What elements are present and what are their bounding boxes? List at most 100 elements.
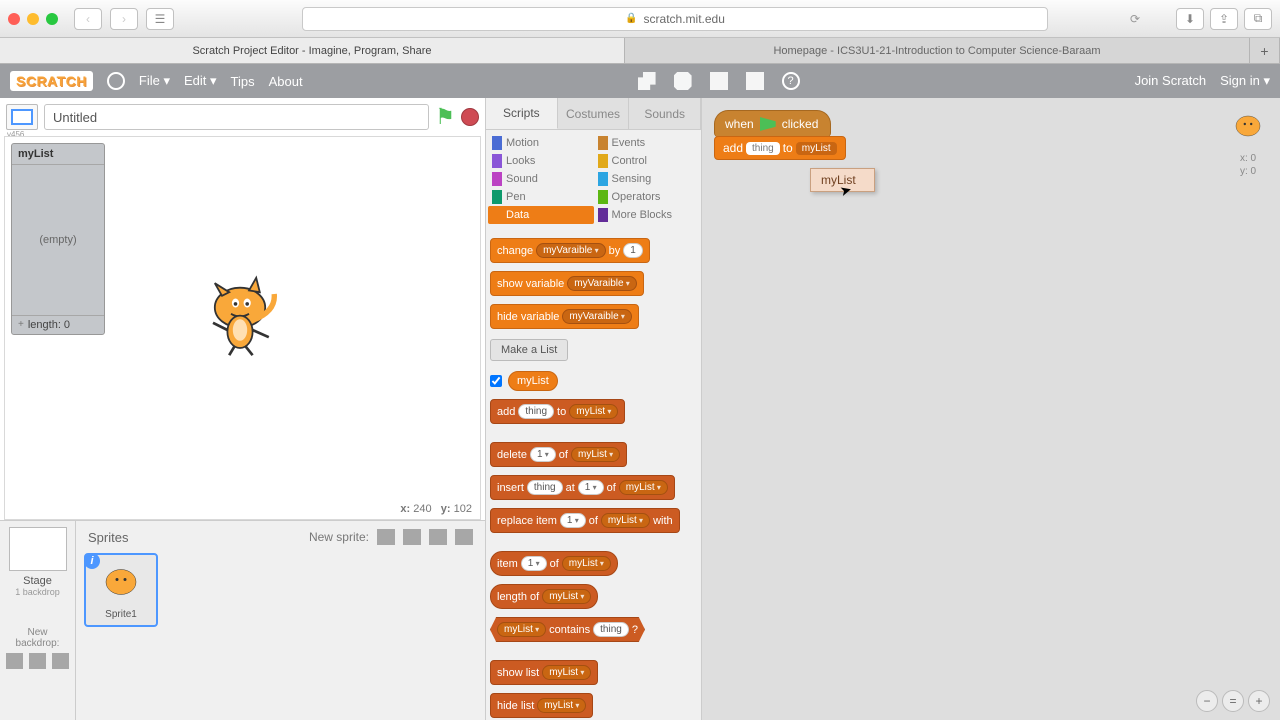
back-button[interactable]: ‹ (74, 8, 102, 30)
upload-sprite-icon[interactable] (429, 529, 447, 545)
block-length-of-list[interactable]: length ofmyList (490, 584, 598, 609)
block-insert-at-list[interactable]: insertthingat1ofmyList (490, 475, 675, 500)
category-label: Data (506, 209, 529, 221)
category-events[interactable]: Events (594, 134, 700, 152)
choose-sprite-icon[interactable] (377, 529, 395, 545)
maximize-window-icon[interactable] (46, 13, 58, 25)
stage-label: Stage (6, 575, 69, 587)
forward-button[interactable]: › (110, 8, 138, 30)
url-host: scratch.mit.edu (644, 12, 725, 26)
scratch-menu-bar: SCRATCH File ▾ Edit ▾ Tips About ⤢ ⤡ ? J… (0, 64, 1280, 98)
block-hide-list[interactable]: hide listmyList (490, 693, 593, 718)
category-label: Looks (506, 155, 535, 167)
sprite-name: Sprite1 (86, 609, 156, 620)
block-delete-of-list[interactable]: delete1ofmyList (490, 442, 627, 467)
downloads-button[interactable]: ⬇ (1176, 8, 1204, 30)
block-item-of-list[interactable]: item1ofmyList (490, 551, 618, 576)
tab-sounds[interactable]: Sounds (629, 98, 701, 129)
help-icon[interactable]: ? (782, 72, 800, 90)
block-list-contains[interactable]: myListcontainsthing? (490, 617, 645, 642)
list-visible-checkbox[interactable] (490, 375, 502, 387)
new-backdrop-label: New backdrop: (6, 627, 69, 649)
category-label: Sensing (612, 173, 652, 185)
share-button[interactable]: ⇪ (1210, 8, 1238, 30)
browser-tabs: Scratch Project Editor - Imagine, Progra… (0, 38, 1280, 64)
paint-backdrop-icon[interactable] (29, 653, 46, 669)
stage[interactable]: myList (empty) +length: 0 x: 240 y: 102 (4, 136, 481, 520)
block-add-to-list-script[interactable]: add thing to myList (714, 136, 846, 160)
category-label: More Blocks (612, 209, 673, 221)
category-operators[interactable]: Operators (594, 188, 700, 206)
block-add-to-list[interactable]: addthingtomyList (490, 399, 625, 424)
stop-button[interactable] (461, 108, 479, 126)
tabs-button[interactable]: ⧉ (1244, 8, 1272, 30)
tab-scripts[interactable]: Scripts (486, 98, 558, 129)
browser-tab-homepage[interactable]: Homepage - ICS3U1-21-Introduction to Com… (625, 38, 1250, 63)
category-data[interactable]: Data (488, 206, 594, 224)
green-flag-button[interactable]: ⚑ (435, 104, 455, 130)
sidebar-button[interactable]: ☰ (146, 8, 174, 30)
menu-tips[interactable]: Tips (231, 74, 255, 89)
category-more-blocks[interactable]: More Blocks (594, 206, 700, 224)
category-swatch (492, 172, 502, 186)
list-monitor-body: (empty) (12, 165, 104, 315)
menu-file[interactable]: File ▾ (139, 73, 170, 89)
category-swatch (492, 154, 502, 168)
duplicate-icon[interactable] (638, 72, 656, 90)
list-add-icon[interactable]: + (18, 319, 24, 331)
block-change-var[interactable]: changemyVaraibleby1 (490, 238, 650, 263)
block-replace-item-list[interactable]: replace item1ofmyListwith (490, 508, 680, 533)
sprite-cat-on-stage[interactable] (195, 267, 285, 357)
project-title-input[interactable] (44, 104, 429, 130)
new-tab-button[interactable]: + (1250, 38, 1280, 63)
scratch-logo[interactable]: SCRATCH (10, 71, 93, 91)
block-when-flag-clicked[interactable]: when clicked (714, 110, 831, 137)
paint-sprite-icon[interactable] (403, 529, 421, 545)
zoom-in-button[interactable]: + (1248, 690, 1270, 712)
reload-icon[interactable]: ⟳ (1130, 12, 1140, 26)
stage-thumbnail[interactable] (9, 527, 67, 571)
minimize-window-icon[interactable] (27, 13, 39, 25)
zoom-out-button[interactable]: − (1196, 690, 1218, 712)
category-sensing[interactable]: Sensing (594, 170, 700, 188)
delete-icon[interactable] (674, 72, 692, 90)
lock-icon: 🔒 (625, 13, 637, 24)
browser-tab-scratch[interactable]: Scratch Project Editor - Imagine, Progra… (0, 38, 625, 63)
script-stack[interactable]: when clicked add thing to myList myList … (714, 110, 846, 160)
sprite-info-icon[interactable]: i (84, 553, 100, 569)
category-control[interactable]: Control (594, 152, 700, 170)
category-sound[interactable]: Sound (488, 170, 594, 188)
fullscreen-button[interactable]: v456 (6, 104, 38, 130)
menu-about[interactable]: About (269, 74, 303, 89)
tab-costumes[interactable]: Costumes (558, 98, 630, 129)
shrink-icon[interactable]: ⤡ (746, 72, 764, 90)
block-show-list[interactable]: show listmyList (490, 660, 598, 685)
menu-edit[interactable]: Edit ▾ (184, 73, 217, 89)
zoom-reset-button[interactable]: = (1222, 690, 1244, 712)
sprite-card[interactable]: i Sprite1 (84, 553, 158, 627)
category-looks[interactable]: Looks (488, 152, 594, 170)
category-label: Control (612, 155, 647, 167)
list-monitor[interactable]: myList (empty) +length: 0 (11, 143, 105, 335)
language-icon[interactable] (107, 72, 125, 90)
block-hide-var[interactable]: hide variablemyVaraible (490, 304, 639, 329)
make-list-button[interactable]: Make a List (490, 339, 568, 361)
script-area[interactable]: x: 0 y: 0 when clicked add thing to myLi… (702, 98, 1280, 720)
camera-backdrop-icon[interactable] (52, 653, 69, 669)
palette-scroll[interactable]: changemyVaraibleby1 show variablemyVarai… (486, 228, 701, 720)
choose-backdrop-icon[interactable] (6, 653, 23, 669)
url-bar[interactable]: 🔒 scratch.mit.edu ⟳ (302, 7, 1048, 31)
block-show-var[interactable]: show variablemyVaraible (490, 271, 644, 296)
new-sprite-label: New sprite: (309, 530, 369, 544)
join-scratch-button[interactable]: Join Scratch (1135, 73, 1207, 89)
green-flag-icon (760, 117, 776, 131)
close-window-icon[interactable] (8, 13, 20, 25)
list-monitor-title: myList (12, 144, 104, 165)
grow-icon[interactable]: ⤢ (710, 72, 728, 90)
category-motion[interactable]: Motion (488, 134, 594, 152)
category-pen[interactable]: Pen (488, 188, 594, 206)
camera-sprite-icon[interactable] (455, 529, 473, 545)
sprites-header: Sprites (88, 530, 128, 545)
sign-in-button[interactable]: Sign in ▾ (1220, 73, 1270, 89)
list-reporter[interactable]: myList (508, 371, 558, 391)
